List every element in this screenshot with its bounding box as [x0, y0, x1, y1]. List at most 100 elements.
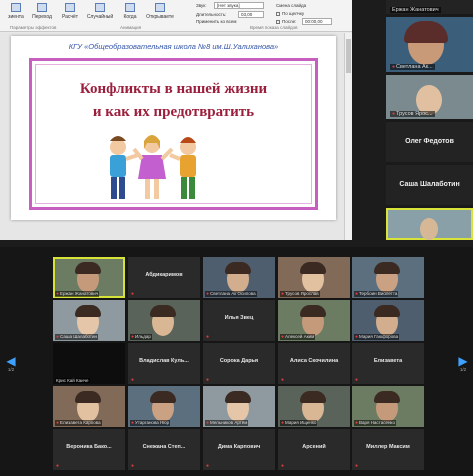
ribbon-button-label: зиента: [8, 14, 24, 20]
participant-tile[interactable]: Дима Карпович ●: [203, 429, 275, 470]
participant-tile[interactable]: Илья Звец ●: [203, 300, 275, 341]
participant-tile[interactable]: ●Алексей Аким: [278, 300, 350, 341]
muted-mic-icon: ●: [281, 334, 285, 340]
child-right: [169, 137, 196, 199]
on-click-checkbox[interactable]: По щелчку: [276, 11, 304, 16]
participant-video: [75, 305, 101, 317]
muted-mic-icon: ●: [206, 334, 210, 340]
participant-tile[interactable]: ●Светлана Ак Осипова: [203, 257, 275, 298]
muted-mic-icon: ●: [131, 463, 135, 469]
mic-status: ●: [130, 377, 136, 383]
participant-tile[interactable]: Арсений ●: [278, 429, 350, 470]
muted-mic-icon: ●: [206, 377, 210, 383]
participant-tile[interactable]: Снежана Степ... ●: [128, 429, 200, 470]
participant-name: ●Ержан Жанатович: [55, 291, 100, 297]
participant-name: Арсений: [302, 444, 326, 450]
participant-name: Вероника Бако...: [66, 444, 112, 450]
ribbon-button-label: Расчёт: [61, 14, 79, 20]
muted-mic-icon: ●: [281, 463, 285, 469]
ribbon-icon: [125, 3, 135, 12]
muted-mic-icon: ●: [56, 463, 60, 469]
ribbon-button-1[interactable]: зиента: [2, 3, 30, 27]
mic-status: ●: [280, 377, 286, 383]
mic-status: ●: [205, 334, 211, 340]
ribbon-group-label: Анимация: [120, 25, 142, 30]
participant-name: Снежана Степ...: [142, 444, 186, 450]
participant-tile[interactable]: ●Варя Настасенко: [352, 386, 424, 427]
participant-name: Илья Звец: [224, 315, 254, 321]
ribbon-group-label: Время показа слайдов: [250, 25, 298, 30]
participant-tile[interactable]: Абдикаримов ●: [128, 257, 200, 298]
after-checkbox[interactable]: После:: [276, 19, 296, 24]
participant-tile[interactable]: Вероника Бако... ●: [53, 429, 125, 470]
participant-name: ●Алексей Аким: [280, 334, 316, 340]
participant-tile[interactable]: ●Ержан Жанатович: [53, 257, 125, 298]
participant-tile[interactable]: Алиса Скочилина ●: [278, 343, 350, 384]
participant-tile[interactable]: ●Ильдар: [128, 300, 200, 341]
ribbon-icon: [95, 3, 105, 12]
participant-name: Елизавета: [373, 358, 403, 364]
strip-tile[interactable]: ●Светлана Ак...: [386, 17, 473, 72]
apply-all-button[interactable]: Применить ко всем: [196, 19, 236, 24]
duration-label: Длительность:: [196, 12, 227, 17]
muted-mic-icon: ●: [355, 420, 359, 426]
participant-name: ●Тербоин Виолетта: [354, 291, 399, 297]
participant-video: [374, 262, 400, 274]
mic-status: ●: [354, 463, 360, 469]
ribbon-button-6[interactable]: Открываете: [146, 3, 174, 27]
participant-tile[interactable]: ●Мария Гаюфорова: [352, 300, 424, 341]
ribbon-button-3[interactable]: Расчёт: [56, 3, 84, 27]
strip-tile[interactable]: Саша Шалаботин: [386, 165, 473, 205]
participant-tile[interactable]: ●Утарганова Нюр: [128, 386, 200, 427]
ribbon-button-5[interactable]: Когда: [116, 3, 144, 27]
kids-illustration: [110, 135, 196, 199]
participant-name: ●Ильдар: [130, 334, 152, 340]
muted-mic-icon: ●: [206, 291, 210, 297]
ribbon-button-4[interactable]: Случайный: [86, 3, 114, 27]
mic-status: ●: [280, 463, 286, 469]
participant-tile[interactable]: ●Елизавета Карпова: [53, 386, 125, 427]
ribbon-group-label: Параметры эффектов: [10, 25, 57, 30]
vertical-scrollbar[interactable]: [344, 33, 352, 240]
participant-tile[interactable]: ●Мельников Артём: [203, 386, 275, 427]
ribbon-button-2[interactable]: Переход: [28, 3, 56, 27]
participant-tile[interactable]: Крис Кай Каиче: [53, 343, 125, 384]
strip-tile[interactable]: Олег Федотов: [386, 122, 473, 162]
participant-tile[interactable]: ●Тербоин Виолетта: [352, 257, 424, 298]
participant-tile[interactable]: Владислав Куль... ●: [128, 343, 200, 384]
participant-video: [150, 391, 176, 403]
muted-mic-icon: ●: [355, 463, 359, 469]
strip-tile-active[interactable]: [386, 208, 473, 240]
muted-mic-icon: ●: [131, 291, 135, 297]
strip-tile[interactable]: Ержан Жанатович: [386, 0, 473, 14]
participant-name: Крис Кай Каиче: [55, 378, 90, 383]
duration-field[interactable]: 03,00: [238, 11, 264, 18]
checkbox-icon: [276, 11, 280, 16]
muted-mic-icon: ●: [355, 377, 359, 383]
participant-tile[interactable]: ●Саша Шалаботин: [53, 300, 125, 341]
participant-tile[interactable]: ●Трусов Ярослав: [278, 257, 350, 298]
muted-mic-icon: ●: [131, 420, 135, 426]
participant-tile[interactable]: Елизавета ●: [352, 343, 424, 384]
participant-tile[interactable]: ●Мария Ищенко: [278, 386, 350, 427]
muted-mic-icon: ●: [206, 463, 210, 469]
participant-tile[interactable]: Миллер Максим ●: [352, 429, 424, 470]
slide-title-line1: Конфликты в нашей жизни: [79, 81, 268, 97]
muted-mic-icon: ●: [131, 377, 135, 383]
participant-tile[interactable]: Сорока Дарья ●: [203, 343, 275, 384]
participant-video: [225, 391, 251, 403]
participant-video: [300, 262, 326, 274]
ribbon-button-label: Случайный: [86, 14, 114, 20]
participant-name: Дима Карпович: [217, 444, 261, 450]
participant-video: [150, 305, 176, 317]
scrollbar-thumb[interactable]: [346, 39, 351, 73]
participant-name: ●Елизавета Карпова: [55, 420, 102, 426]
participant-name: Абдикаримов: [145, 272, 183, 278]
participant-name: ●Светлана Ак Осипова: [205, 291, 257, 297]
after-field[interactable]: 00:00,00: [302, 18, 332, 25]
child-middle: [132, 135, 174, 199]
mic-status: ●: [205, 463, 211, 469]
strip-tile[interactable]: ●Трусов Ярос...: [386, 75, 473, 119]
sound-select[interactable]: [Нет звука]: [214, 2, 264, 9]
participant-name: Ержан Жанатович: [390, 7, 441, 13]
